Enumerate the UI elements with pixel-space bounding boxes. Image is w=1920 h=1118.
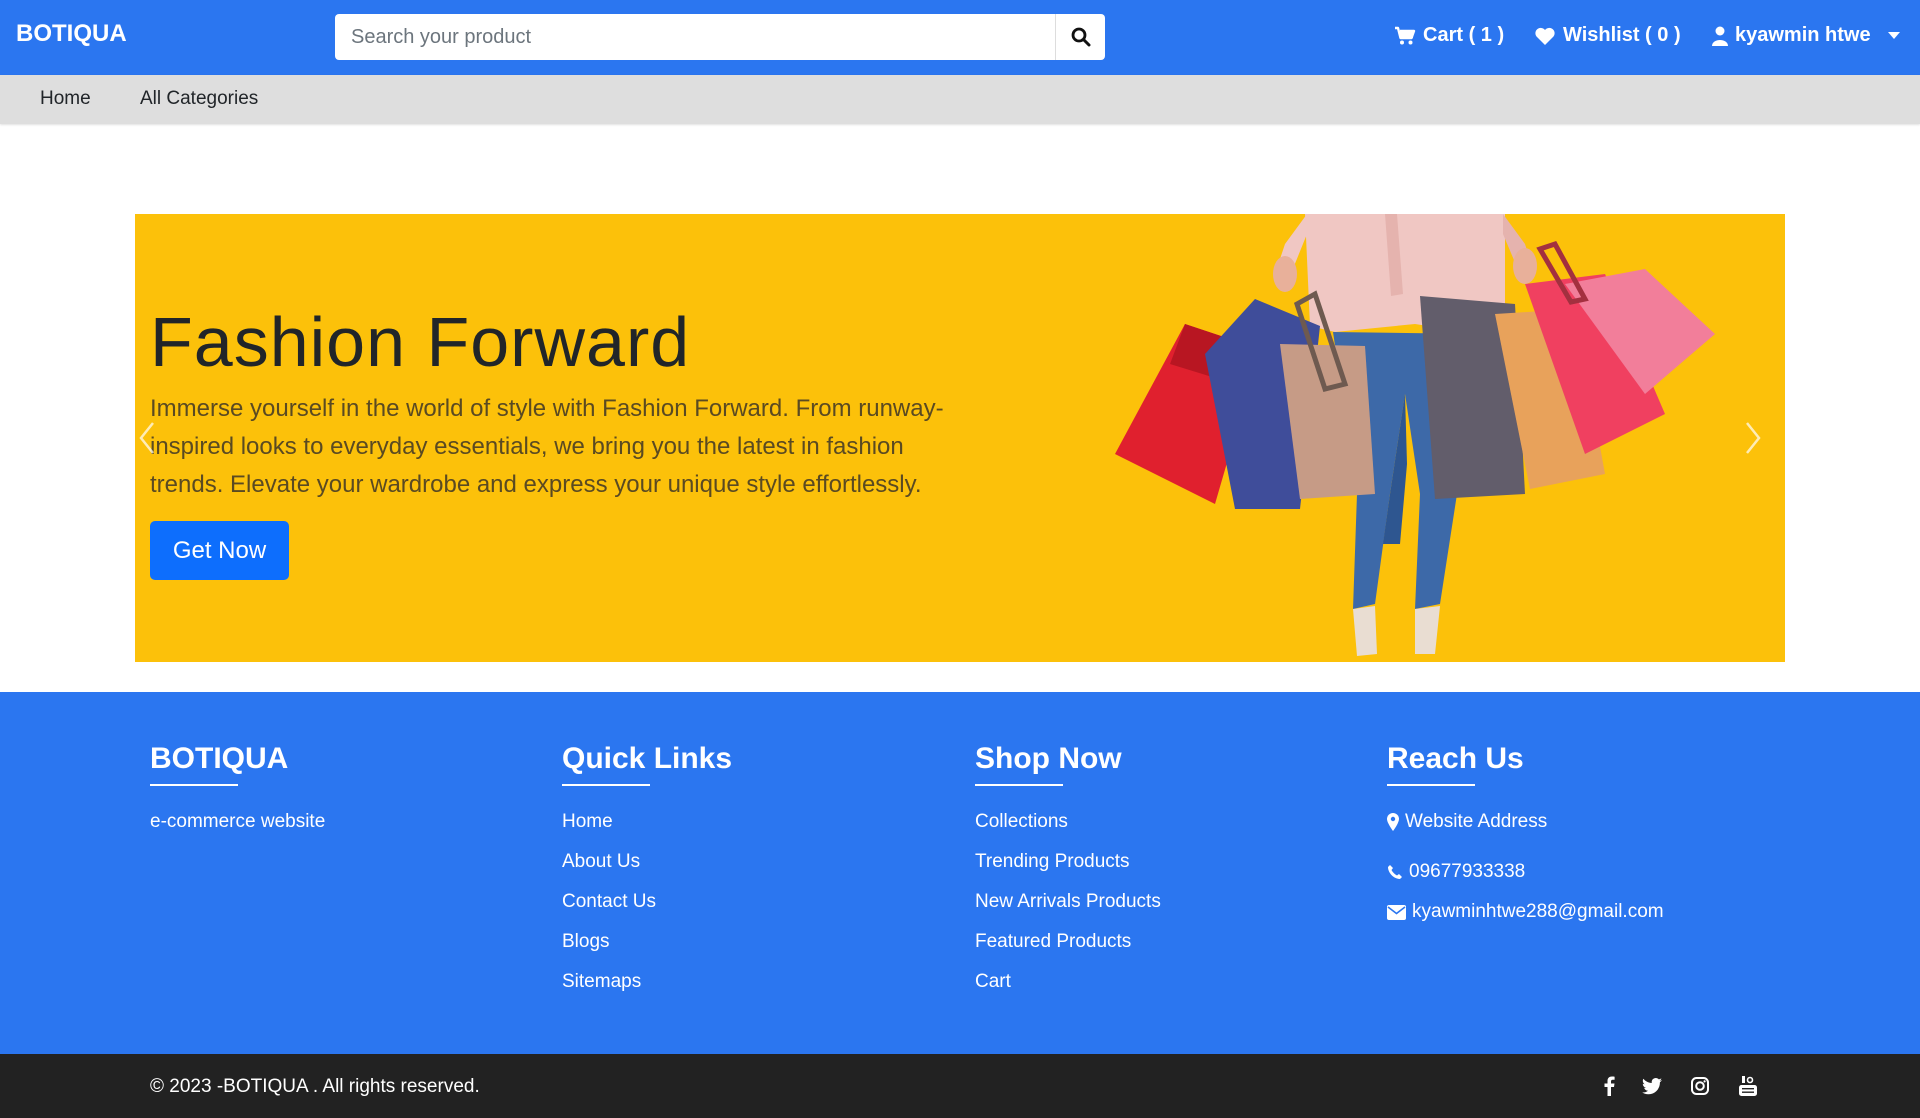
shop-now-column: Shop Now Collections Trending Products N… [975, 742, 1161, 1002]
quick-links-column: Quick Links Home About Us Contact Us Blo… [562, 742, 732, 1002]
nav-all-categories[interactable]: All Categories [140, 88, 258, 110]
map-marker-icon [1387, 813, 1399, 831]
user-dropdown[interactable]: kyawmin htwe [1712, 24, 1900, 47]
phone-number: 09677933338 [1409, 861, 1526, 882]
footer-link-cart[interactable]: Cart [975, 962, 1161, 1002]
shop-now-title: Shop Now [975, 742, 1122, 775]
email-address: kyawminhtwe288@gmail.com [1412, 901, 1664, 922]
footer-link-featured-products[interactable]: Featured Products [975, 922, 1161, 962]
chevron-right-icon [1746, 422, 1761, 454]
search-input[interactable] [335, 14, 1055, 60]
footer-link-trending-products[interactable]: Trending Products [975, 842, 1161, 882]
facebook-icon [1604, 1076, 1615, 1096]
footer-link-about-us[interactable]: About Us [562, 842, 732, 882]
category-nav: Home All Categories [0, 75, 1920, 124]
phone-icon [1388, 865, 1402, 879]
reach-us-title: Reach Us [1387, 742, 1524, 775]
reach-us-column: Reach Us Website Address 09677933338 kya… [1387, 742, 1664, 932]
footer-link-new-arrivals[interactable]: New Arrivals Products [975, 882, 1161, 922]
footer-brand-column: BOTIQUA e-commerce website [150, 742, 325, 842]
carousel-next-button[interactable] [1733, 414, 1773, 462]
email-item: kyawminhtwe288@gmail.com [1387, 892, 1664, 932]
copyright-bar: © 2023 -BOTIQUA . All rights reserved. [0, 1054, 1920, 1118]
footer-link-home[interactable]: Home [562, 802, 732, 842]
site-footer: BOTIQUA e-commerce website Quick Links H… [0, 692, 1920, 1054]
address-item: Website Address [1387, 802, 1664, 842]
footer-brand-title: BOTIQUA [150, 742, 289, 775]
hero-carousel: Fashion Forward Immerse yourself in the … [135, 214, 1785, 662]
footer-tagline: e-commerce website [150, 811, 326, 832]
divider [150, 784, 238, 786]
youtube-icon [1739, 1076, 1757, 1096]
twitter-link[interactable] [1640, 1074, 1664, 1098]
search-button[interactable] [1055, 14, 1105, 60]
search-icon [1071, 27, 1090, 47]
nav-home[interactable]: Home [40, 88, 91, 110]
address-text: Website Address [1405, 811, 1548, 832]
divider [562, 784, 650, 786]
footer-link-blogs[interactable]: Blogs [562, 922, 732, 962]
cart-icon [1394, 26, 1416, 46]
brand-logo[interactable]: BOTIQUA [16, 20, 127, 48]
hero-description: Immerse yourself in the world of style w… [150, 395, 944, 498]
quick-links-title: Quick Links [562, 742, 733, 775]
user-name: kyawmin htwe [1735, 24, 1871, 46]
footer-link-sitemaps[interactable]: Sitemaps [562, 962, 732, 1002]
youtube-link[interactable] [1736, 1074, 1760, 1098]
chevron-left-icon [139, 422, 154, 454]
wishlist-link[interactable]: Wishlist ( 0 ) [1534, 24, 1681, 47]
phone-item: 09677933338 [1387, 852, 1664, 892]
footer-link-collections[interactable]: Collections [975, 802, 1161, 842]
instagram-link[interactable] [1688, 1074, 1712, 1098]
user-icon [1712, 26, 1728, 46]
twitter-icon [1642, 1077, 1662, 1094]
shopping-bags-image [1115, 214, 1715, 656]
carousel-prev-button[interactable] [135, 414, 167, 462]
footer-link-contact-us[interactable]: Contact Us [562, 882, 732, 922]
wishlist-label: Wishlist ( 0 ) [1563, 24, 1681, 46]
copyright-text: © 2023 -BOTIQUA . All rights reserved. [150, 1076, 480, 1097]
cart-label: Cart ( 1 ) [1423, 24, 1505, 46]
hero-title: Fashion Forward [150, 303, 691, 381]
search-bar [335, 14, 1105, 60]
facebook-link[interactable] [1597, 1074, 1621, 1098]
cart-link[interactable]: Cart ( 1 ) [1394, 24, 1504, 47]
top-navbar: BOTIQUA Cart ( 1 ) Wishlist ( 0 ) [0, 0, 1920, 75]
instagram-icon [1691, 1077, 1709, 1095]
divider [1387, 784, 1475, 786]
heart-icon [1534, 26, 1556, 46]
chevron-down-icon [1887, 32, 1900, 39]
divider [975, 784, 1063, 786]
envelope-icon [1387, 904, 1406, 920]
get-now-button[interactable]: Get Now [150, 521, 289, 580]
